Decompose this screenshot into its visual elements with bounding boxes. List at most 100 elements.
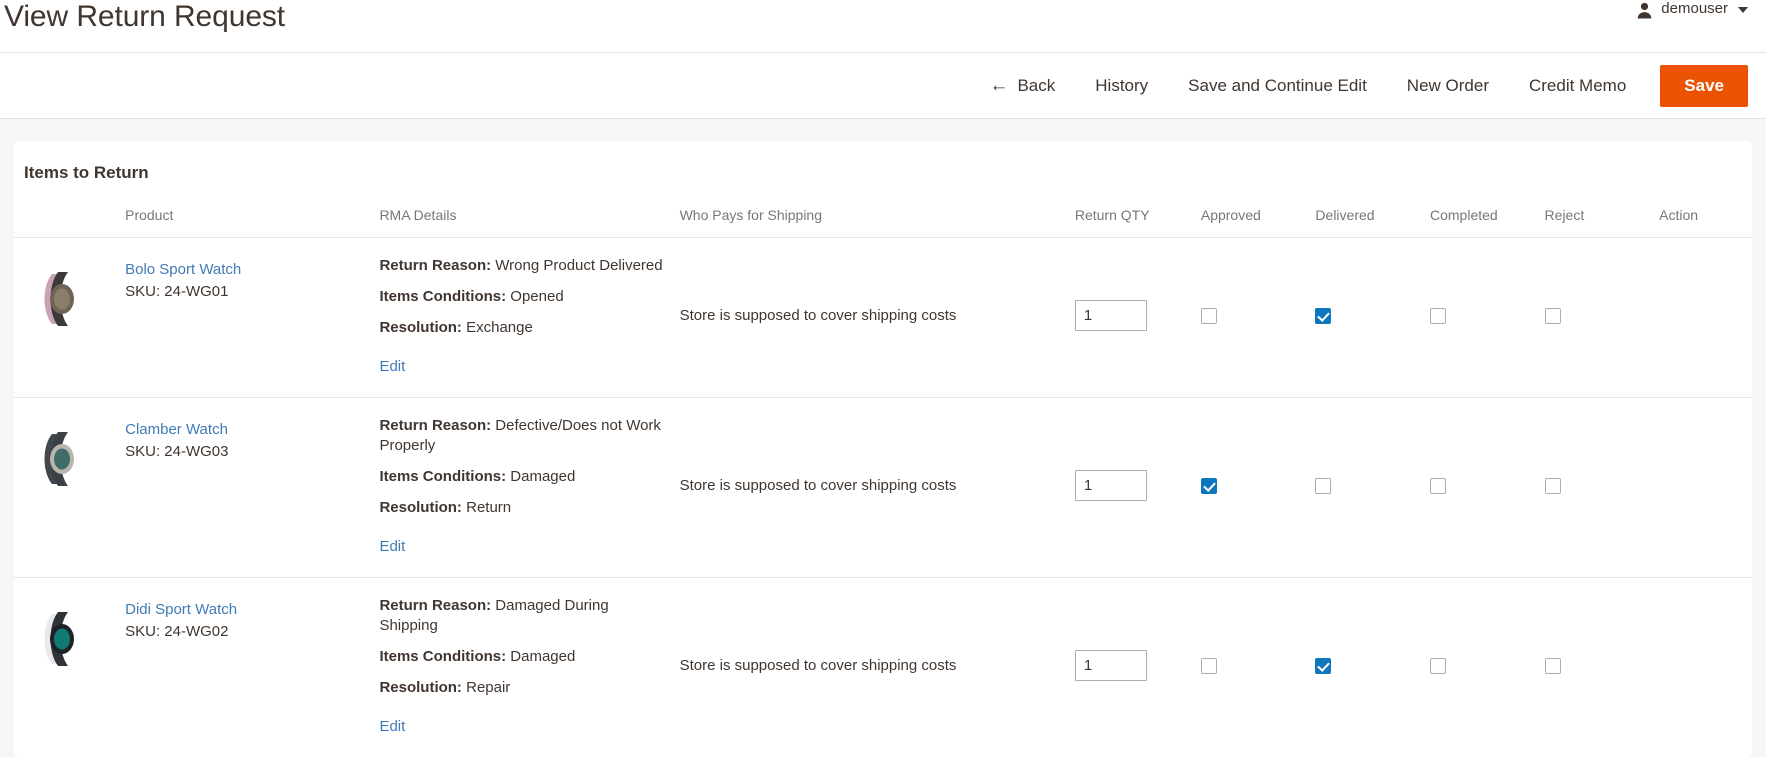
approved-cell (1193, 398, 1308, 578)
product-sku: SKU: 24-WG01 (125, 281, 363, 302)
panel-title: Items to Return (14, 141, 1752, 183)
table-row: Bolo Sport Watch SKU: 24-WG01 Return Rea… (14, 238, 1752, 398)
return-qty-input[interactable] (1075, 650, 1147, 681)
arrow-left-icon: ← (989, 76, 1008, 95)
delivered-checkbox[interactable] (1315, 478, 1331, 494)
return-qty-cell (1067, 578, 1193, 757)
user-menu[interactable]: demouser (1636, 0, 1748, 17)
rma-items-conditions-value: Damaged (510, 468, 575, 485)
product-name-link[interactable]: Bolo Sport Watch (125, 260, 363, 280)
product-name-link[interactable]: Didi Sport Watch (125, 600, 363, 620)
reject-cell (1537, 238, 1652, 398)
rma-items-conditions: Items Conditions: Opened (379, 287, 663, 307)
rma-resolution-label: Resolution: (379, 679, 462, 696)
new-order-button-label: New Order (1407, 77, 1489, 94)
completed-cell (1422, 238, 1537, 398)
return-qty-cell (1067, 238, 1193, 398)
credit-memo-button-label: Credit Memo (1529, 77, 1626, 94)
column-header-who-pays: Who Pays for Shipping (672, 197, 1067, 238)
completed-cell (1422, 398, 1537, 578)
completed-checkbox[interactable] (1430, 478, 1446, 494)
delivered-cell (1307, 578, 1422, 757)
history-button-label: History (1095, 77, 1148, 94)
product-name-link[interactable]: Clamber Watch (125, 420, 363, 440)
approved-cell (1193, 238, 1308, 398)
table-header-row: Product RMA Details Who Pays for Shippin… (14, 197, 1752, 238)
save-and-continue-edit-button[interactable]: Save and Continue Edit (1168, 77, 1387, 94)
product-thumbnail-cell (14, 398, 117, 578)
back-button[interactable]: ← Back (969, 76, 1075, 95)
credit-memo-button[interactable]: Credit Memo (1509, 77, 1646, 94)
product-thumbnail-image (28, 428, 90, 490)
rma-return-reason-label: Return Reason: (379, 417, 491, 434)
rma-items-conditions: Items Conditions: Damaged (379, 647, 663, 667)
page-content: Items to Return Product RMA Details Who … (0, 119, 1766, 757)
rma-resolution: Resolution: Repair (379, 678, 663, 698)
top-bar: View Return Request demouser (0, 0, 1766, 52)
delivered-checkbox[interactable] (1315, 308, 1331, 324)
product-sku: SKU: 24-WG02 (125, 621, 363, 642)
rma-edit-link[interactable]: Edit (379, 358, 405, 375)
table-row: Didi Sport Watch SKU: 24-WG02 Return Rea… (14, 578, 1752, 757)
page-title: View Return Request (0, 0, 285, 32)
product-sku: SKU: 24-WG03 (125, 441, 363, 462)
column-header-product: Product (117, 197, 371, 238)
reject-checkbox[interactable] (1545, 308, 1561, 324)
items-to-return-table: Product RMA Details Who Pays for Shippin… (14, 197, 1752, 757)
who-pays-for-shipping-cell: Store is supposed to cover shipping cost… (672, 238, 1067, 398)
rma-items-conditions-value: Damaged (510, 648, 575, 665)
items-to-return-panel: Items to Return Product RMA Details Who … (14, 141, 1752, 757)
column-header-rma-details: RMA Details (371, 197, 671, 238)
table-row: Clamber Watch SKU: 24-WG03 Return Reason… (14, 398, 1752, 578)
rma-return-reason: Return Reason: Wrong Product Delivered (379, 256, 663, 276)
completed-checkbox[interactable] (1430, 308, 1446, 324)
delivered-cell (1307, 398, 1422, 578)
column-header-completed: Completed (1422, 197, 1537, 238)
completed-cell (1422, 578, 1537, 757)
rma-return-reason: Return Reason: Damaged During Shipping (379, 596, 663, 636)
rma-return-reason-value: Wrong Product Delivered (495, 257, 662, 274)
column-header-reject: Reject (1537, 197, 1652, 238)
rma-resolution-value: Exchange (466, 319, 533, 336)
history-button[interactable]: History (1075, 77, 1168, 94)
reject-checkbox[interactable] (1545, 478, 1561, 494)
who-pays-for-shipping-cell: Store is supposed to cover shipping cost… (672, 398, 1067, 578)
rma-edit-link[interactable]: Edit (379, 538, 405, 555)
rma-items-conditions-label: Items Conditions: (379, 468, 506, 485)
delivered-cell (1307, 238, 1422, 398)
approved-checkbox[interactable] (1201, 658, 1217, 674)
return-qty-input[interactable] (1075, 470, 1147, 501)
rma-items-conditions-label: Items Conditions: (379, 288, 506, 305)
rma-resolution: Resolution: Return (379, 498, 663, 518)
approved-checkbox[interactable] (1201, 308, 1217, 324)
delivered-checkbox[interactable] (1315, 658, 1331, 674)
completed-checkbox[interactable] (1430, 658, 1446, 674)
rma-items-conditions-label: Items Conditions: (379, 648, 506, 665)
column-header-thumbnail (14, 197, 117, 238)
chevron-down-icon (1738, 7, 1748, 13)
action-cell (1651, 578, 1752, 757)
action-cell (1651, 398, 1752, 578)
save-button[interactable]: Save (1660, 65, 1748, 107)
return-qty-cell (1067, 398, 1193, 578)
return-qty-input[interactable] (1075, 300, 1147, 331)
product-thumbnail-image (28, 608, 90, 670)
rma-resolution-value: Return (466, 499, 511, 516)
product-thumbnail-cell (14, 238, 117, 398)
rma-return-reason-label: Return Reason: (379, 597, 491, 614)
reject-cell (1537, 578, 1652, 757)
column-header-return-qty: Return QTY (1067, 197, 1193, 238)
page-root: View Return Request demouser ← Back Hist… (0, 0, 1766, 757)
user-name: demouser (1661, 0, 1728, 17)
rma-items-conditions: Items Conditions: Damaged (379, 467, 663, 487)
rma-edit-link[interactable]: Edit (379, 718, 405, 735)
back-button-label: Back (1017, 77, 1055, 94)
table-body: Bolo Sport Watch SKU: 24-WG01 Return Rea… (14, 238, 1752, 757)
product-info-cell: Clamber Watch SKU: 24-WG03 (117, 398, 371, 578)
reject-checkbox[interactable] (1545, 658, 1561, 674)
new-order-button[interactable]: New Order (1387, 77, 1509, 94)
save-and-continue-edit-label: Save and Continue Edit (1188, 77, 1367, 94)
product-thumbnail-cell (14, 578, 117, 757)
rma-details-cell: Return Reason: Damaged During Shipping I… (371, 578, 671, 757)
approved-checkbox[interactable] (1201, 478, 1217, 494)
